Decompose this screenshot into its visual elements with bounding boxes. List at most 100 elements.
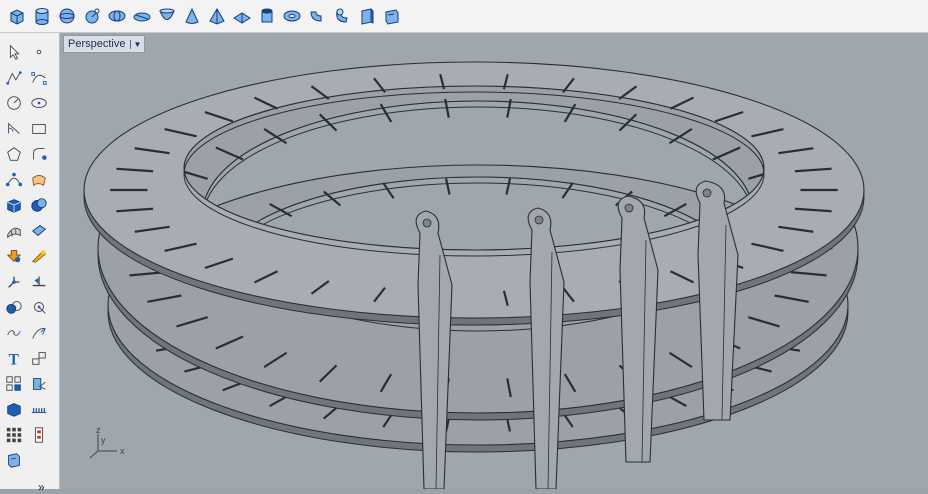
flat-ellipsoid-button[interactable] (129, 3, 154, 29)
properties-button[interactable] (28, 424, 50, 446)
ring-slot (506, 98, 512, 118)
surface-edit-icon (31, 224, 47, 236)
transform-icon (6, 250, 22, 263)
select-button[interactable] (3, 41, 25, 63)
torus-button[interactable] (279, 3, 304, 29)
array-icon (6, 427, 22, 442)
paraboloid-button[interactable] (154, 3, 179, 29)
ellipse-icon (31, 98, 47, 108)
axis-x-label: x (120, 446, 125, 456)
ring-slot (444, 178, 451, 195)
curve-button[interactable] (28, 67, 50, 89)
paraboloid-icon (158, 8, 175, 20)
join-button[interactable] (3, 322, 25, 344)
analyze-icon (31, 250, 46, 263)
group-icon (6, 375, 21, 391)
rectangle-icon (32, 123, 46, 134)
group-button[interactable] (3, 373, 25, 395)
model-scene[interactable] (60, 33, 928, 489)
grid-snap-icon (31, 408, 47, 414)
more-tools-button[interactable]: » (38, 480, 45, 494)
details-button[interactable] (3, 449, 25, 471)
circle-button[interactable] (3, 92, 25, 114)
polyline-icon (6, 70, 22, 85)
pyramid-button[interactable] (204, 3, 229, 29)
text-icon: T (9, 351, 19, 367)
arc-icon (8, 122, 20, 134)
surface-edit-button[interactable] (28, 220, 50, 242)
mirror-button[interactable] (28, 271, 50, 293)
osnap-button[interactable] (28, 296, 50, 318)
flat-ellipsoid-icon (133, 12, 150, 22)
boolean-button[interactable] (3, 296, 25, 318)
viewport-title: Perspective (68, 38, 126, 50)
point-icon (36, 49, 42, 55)
polyline-button[interactable] (3, 67, 25, 89)
control-points-button[interactable] (3, 169, 25, 191)
extrude-curve-button[interactable] (379, 3, 404, 29)
viewport-title-tab[interactable]: Perspective ▼ (63, 35, 146, 53)
world-axis-icon: z x y (89, 426, 125, 459)
polygon-icon (7, 147, 21, 161)
surface-from-curves-button[interactable] (28, 169, 50, 191)
fillet-curves-icon (33, 148, 47, 160)
scale-button[interactable] (28, 322, 50, 344)
box-icon (10, 9, 23, 25)
torus-icon (283, 10, 300, 22)
dimension-button[interactable] (28, 347, 50, 369)
polygon-button[interactable] (3, 143, 25, 165)
sphere-icon (59, 8, 74, 24)
tube-button[interactable] (254, 3, 279, 29)
sphere-center-radius-button[interactable] (79, 3, 104, 29)
pipe-bend-button[interactable] (329, 3, 354, 29)
pipe-button[interactable] (304, 3, 329, 29)
truncated-cone-button[interactable] (229, 3, 254, 29)
chevron-down-icon[interactable]: ▼ (130, 39, 141, 49)
pyramid-icon (208, 8, 225, 25)
render-button[interactable] (3, 398, 25, 420)
cylinder-button[interactable] (29, 3, 54, 29)
scale-icon (32, 327, 46, 339)
cone-button[interactable] (179, 3, 204, 29)
ellipsoid-icon (108, 10, 125, 22)
ellipse-button[interactable] (28, 92, 50, 114)
solid-box-button[interactable] (3, 194, 25, 216)
array-button[interactable] (3, 424, 25, 446)
mesh-icon (7, 227, 21, 238)
truncated-cone-icon (232, 12, 251, 24)
ellipsoid-button[interactable] (104, 3, 129, 29)
boolean-icon (6, 301, 22, 314)
move-button[interactable] (3, 271, 25, 293)
osnap-icon (34, 302, 46, 314)
layer-button[interactable] (28, 373, 50, 395)
dimension-icon (32, 352, 46, 365)
transform-button[interactable] (3, 245, 25, 267)
surface-from-curves-icon (32, 174, 46, 186)
axis-z-label: z (96, 426, 101, 435)
details-icon (8, 453, 20, 468)
grid-snap-button[interactable] (28, 398, 50, 420)
sphere-center-radius-icon (85, 8, 99, 24)
rectangle-button[interactable] (28, 118, 50, 140)
curve-icon (31, 71, 47, 85)
sphere-button[interactable] (54, 3, 79, 29)
ring-slot (561, 182, 574, 199)
join-icon (7, 329, 21, 336)
pipe-bend-icon (335, 8, 348, 23)
viewport-perspective[interactable]: Perspective ▼ z x y (60, 33, 928, 489)
arc-button[interactable] (3, 118, 25, 140)
ring-slot (382, 182, 395, 199)
point-button[interactable] (28, 41, 50, 63)
box-button[interactable] (4, 3, 29, 29)
tube-icon (261, 8, 272, 23)
text-button[interactable]: T (3, 347, 25, 369)
analyze-button[interactable] (28, 245, 50, 267)
pipe-icon (309, 11, 321, 22)
mesh-button[interactable] (3, 220, 25, 242)
extrude-solid-button[interactable] (354, 3, 379, 29)
left-toolbar: T » (0, 33, 60, 494)
move-icon (8, 276, 20, 288)
fillet-curves-button[interactable] (28, 143, 50, 165)
top-toolbar (0, 0, 928, 33)
solid-tools-button[interactable] (28, 194, 50, 216)
